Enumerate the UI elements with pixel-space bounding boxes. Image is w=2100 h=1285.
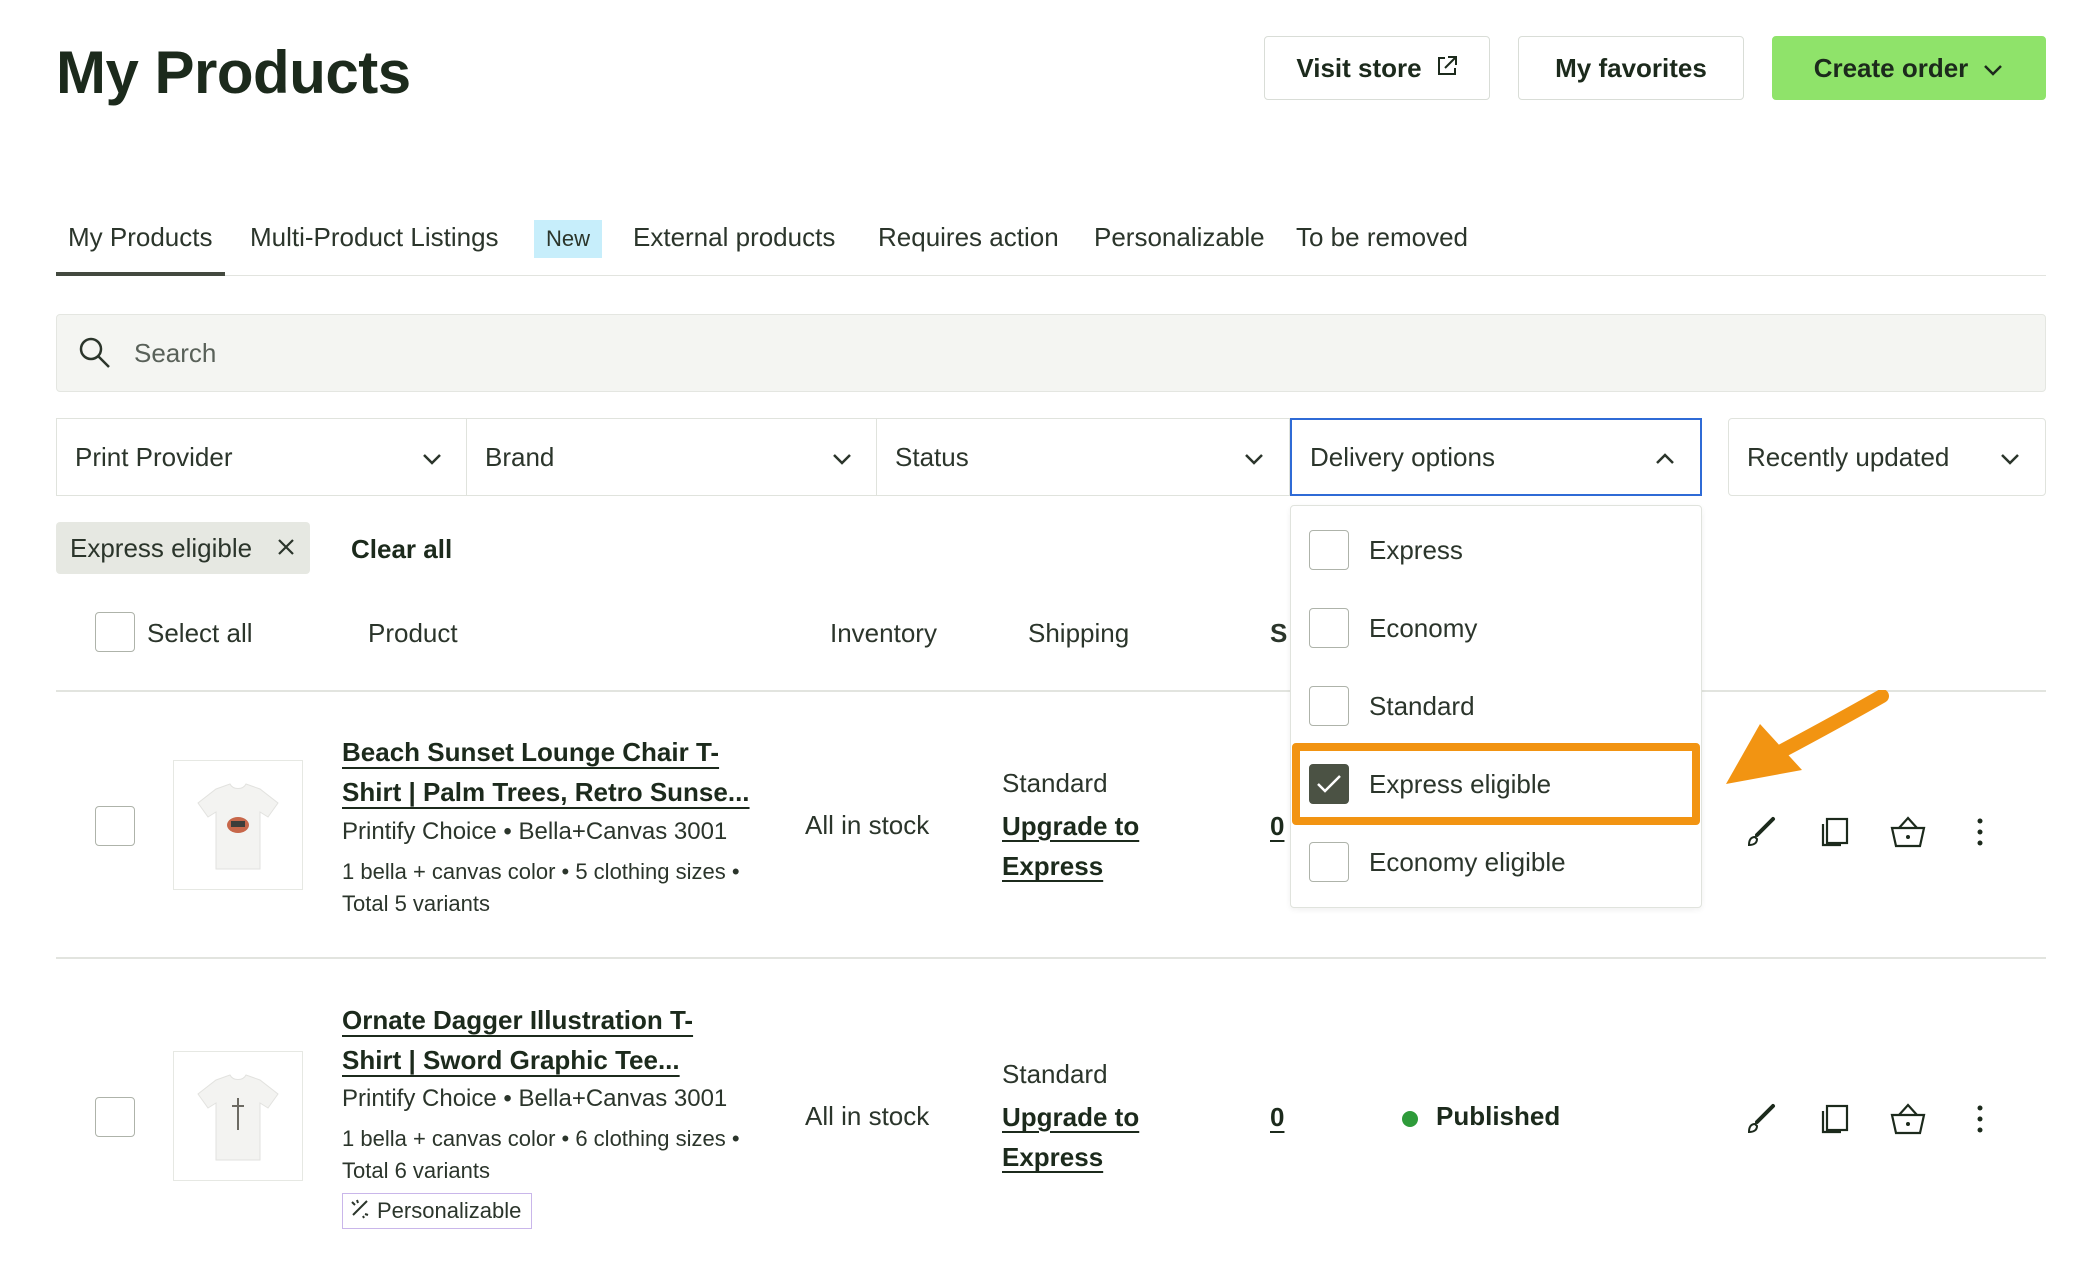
- express-checkbox[interactable]: [1309, 530, 1349, 570]
- express-eligible-chip: Express eligible: [56, 522, 310, 574]
- external-link-icon: [1436, 53, 1458, 84]
- close-icon[interactable]: [276, 533, 296, 564]
- variants-info: 1 bella + canvas color • 6 clothing size…: [342, 1126, 740, 1151]
- standard-checkbox[interactable]: [1309, 686, 1349, 726]
- delivery-options-label: Delivery options: [1310, 441, 1495, 472]
- tab-to-be-removed[interactable]: To be removed: [1296, 222, 1468, 253]
- provider-info: Printify Choice • Bella+Canvas 3001: [342, 1085, 728, 1112]
- chevron-down-icon: [831, 442, 853, 473]
- basket-icon[interactable]: [1886, 1097, 1930, 1141]
- highlight-box: [1292, 743, 1700, 825]
- inventory-status: All in stock: [805, 1101, 930, 1131]
- chevron-up-icon: [1654, 442, 1676, 473]
- shipping-method: Standard: [1002, 768, 1108, 798]
- option-economy[interactable]: Economy: [1309, 608, 1477, 648]
- upgrade-express-link[interactable]: Upgrade to: [1002, 1097, 1139, 1137]
- shipping-method: Standard: [1002, 1059, 1108, 1089]
- option-label: Economy: [1369, 612, 1478, 643]
- tab-multi-product-listings[interactable]: Multi-Product Listings: [250, 222, 499, 253]
- provider-info: Printify Choice • Bella+Canvas 3001: [342, 818, 728, 845]
- delivery-options-filter[interactable]: Delivery options: [1290, 418, 1702, 496]
- published-status-dot: [1402, 1111, 1418, 1127]
- variants-total: Total 6 variants: [342, 1158, 490, 1183]
- edit-brush-icon[interactable]: [1738, 810, 1782, 854]
- status-badge: Published: [1436, 1101, 1561, 1131]
- product-title-line-1[interactable]: Ornate Dagger Illustration T-: [342, 1000, 762, 1040]
- duplicate-icon[interactable]: [1812, 810, 1856, 854]
- tab-external-products[interactable]: External products: [633, 222, 835, 253]
- more-options-icon[interactable]: [1958, 810, 2002, 854]
- option-label: Economy eligible: [1369, 846, 1566, 877]
- variants-info: 1 bella + canvas color • 5 clothing size…: [342, 859, 740, 884]
- chevron-down-icon: [1999, 442, 2021, 473]
- search-icon: [78, 336, 112, 375]
- more-options-icon[interactable]: [1958, 1097, 2002, 1141]
- chevron-down-icon: [1982, 53, 2004, 84]
- select-all-checkbox[interactable]: [95, 612, 135, 652]
- row-checkbox[interactable]: [95, 1097, 135, 1137]
- brand-filter[interactable]: Brand: [466, 418, 878, 496]
- visit-store-label: Visit store: [1296, 52, 1422, 83]
- product-title-line-1[interactable]: Beach Sunset Lounge Chair T-: [342, 732, 762, 772]
- option-express[interactable]: Express: [1309, 530, 1463, 570]
- sort-label: Recently updated: [1747, 441, 1950, 472]
- print-provider-filter[interactable]: Print Provider: [56, 418, 468, 496]
- economy-checkbox[interactable]: [1309, 608, 1349, 648]
- basket-icon[interactable]: [1886, 810, 1930, 854]
- option-label: Standard: [1369, 690, 1475, 721]
- variants-total: Total 5 variants: [342, 891, 490, 916]
- search-input[interactable]: [56, 314, 2046, 392]
- product-title-line-2[interactable]: Shirt | Palm Trees, Retro Sunse...: [342, 772, 762, 812]
- status-column-header: S: [1270, 618, 1288, 648]
- status-label: Status: [895, 441, 969, 472]
- brand-label: Brand: [485, 441, 555, 472]
- inventory-column-header: Inventory: [830, 618, 937, 648]
- duplicate-icon[interactable]: [1812, 1097, 1856, 1141]
- my-favorites-button[interactable]: My favorites: [1518, 36, 1744, 100]
- table-row: Ornate Dagger Illustration T- Shirt | Sw…: [0, 959, 2100, 1285]
- tab-my-products[interactable]: My Products: [56, 222, 225, 276]
- product-title-line-2[interactable]: Shirt | Sword Graphic Tee...: [342, 1040, 762, 1080]
- upgrade-express-link[interactable]: Upgrade to: [1002, 806, 1139, 846]
- clear-all-button[interactable]: Clear all: [351, 534, 452, 565]
- page-title: My Products: [56, 39, 411, 106]
- chevron-down-icon: [421, 442, 443, 473]
- product-column-header: Product: [368, 618, 458, 648]
- new-badge: New: [534, 220, 603, 258]
- option-standard[interactable]: Standard: [1309, 686, 1475, 726]
- inventory-status: All in stock: [805, 810, 930, 840]
- personalizable-label: Personalizable: [377, 1198, 522, 1223]
- create-order-button[interactable]: Create order: [1772, 36, 2046, 100]
- print-provider-label: Print Provider: [75, 441, 233, 472]
- option-label: Express: [1369, 534, 1463, 565]
- chip-label: Express eligible: [70, 532, 253, 563]
- chevron-down-icon: [1243, 442, 1265, 473]
- sort-dropdown[interactable]: Recently updated: [1728, 418, 2046, 496]
- status-filter[interactable]: Status: [876, 418, 1290, 496]
- delivery-options-dropdown: Express Economy Standard Express eligibl…: [1290, 505, 1702, 908]
- upgrade-express-link-2[interactable]: Express: [1002, 1137, 1139, 1177]
- visit-store-button[interactable]: Visit store: [1264, 36, 1490, 100]
- annotation-arrow-icon: [1726, 690, 1889, 784]
- select-all-label: Select all: [147, 618, 253, 648]
- orders-count[interactable]: 0: [1270, 1097, 1284, 1137]
- personalize-icon: [349, 1197, 371, 1225]
- edit-brush-icon[interactable]: [1738, 1097, 1782, 1141]
- tab-requires-action[interactable]: Requires action: [878, 222, 1059, 253]
- personalizable-badge: Personalizable: [342, 1193, 533, 1229]
- product-thumbnail[interactable]: [173, 1051, 303, 1181]
- product-thumbnail[interactable]: [173, 760, 303, 890]
- create-order-label: Create order: [1813, 52, 1969, 83]
- shipping-column-header: Shipping: [1028, 618, 1130, 648]
- orders-count[interactable]: 0: [1270, 806, 1284, 846]
- search-placeholder: Search: [134, 338, 217, 368]
- product-tabs: My Products Multi-Product Listings New E…: [56, 220, 2046, 276]
- row-checkbox[interactable]: [95, 806, 135, 846]
- option-economy-eligible[interactable]: Economy eligible: [1309, 842, 1566, 882]
- economy-eligible-checkbox[interactable]: [1309, 842, 1349, 882]
- tab-personalizable[interactable]: Personalizable: [1094, 222, 1265, 253]
- upgrade-express-link-2[interactable]: Express: [1002, 846, 1139, 886]
